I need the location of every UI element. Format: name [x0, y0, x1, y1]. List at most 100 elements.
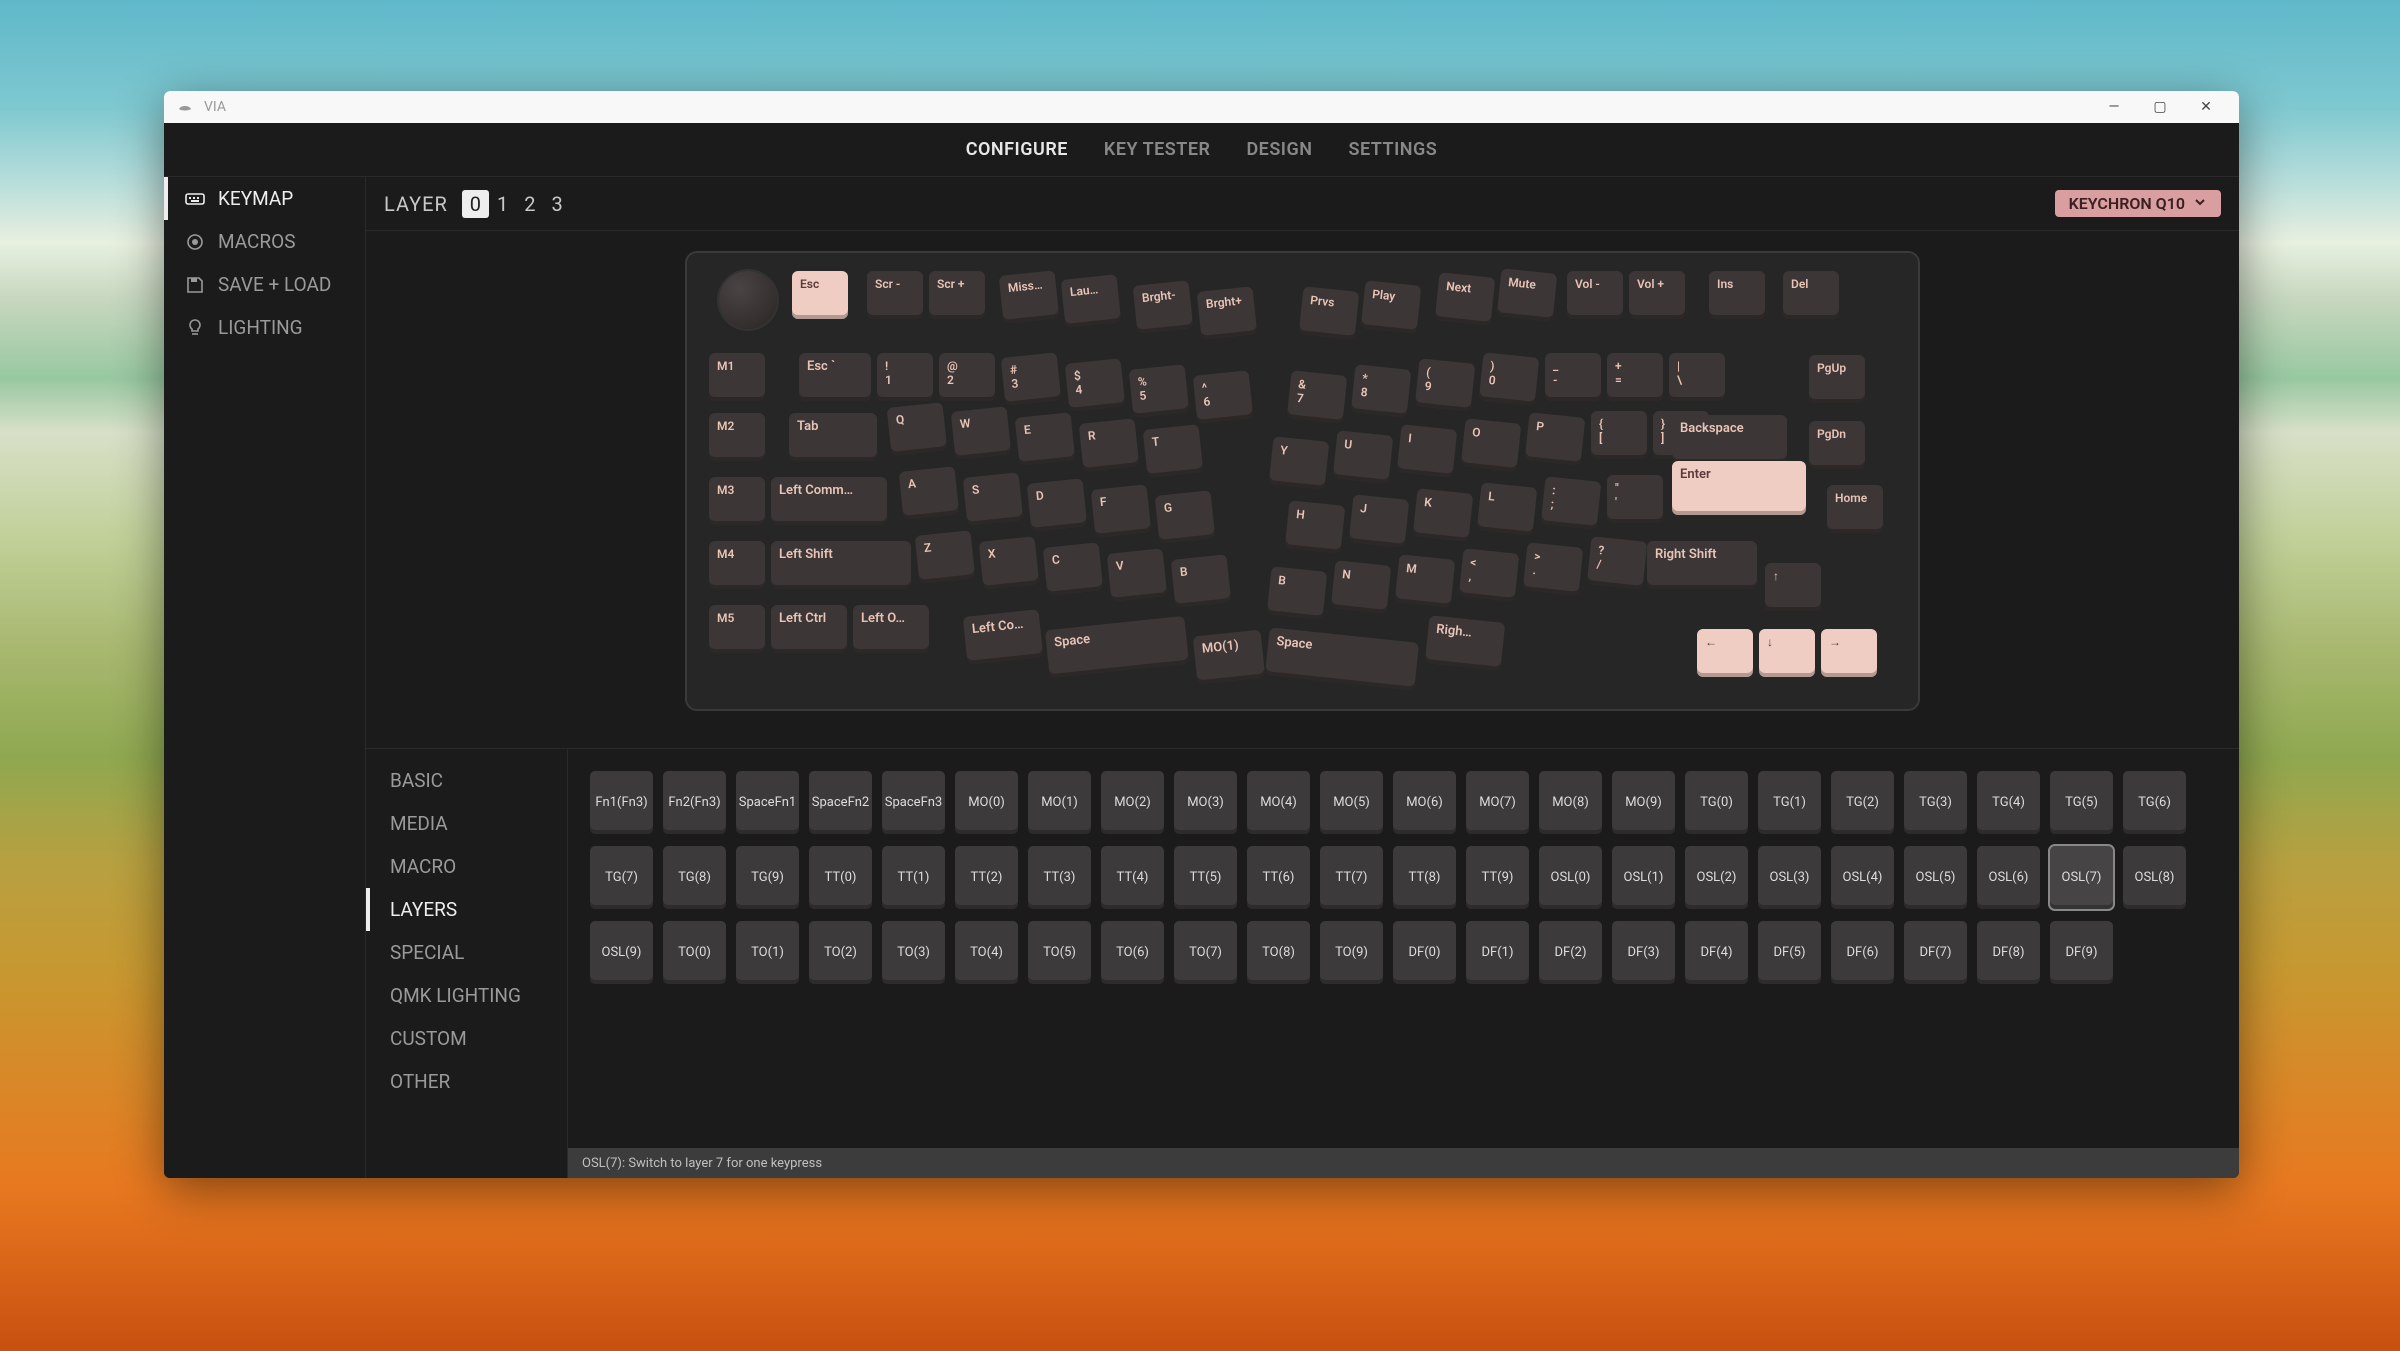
keycode-button[interactable]: TG(2) — [1831, 771, 1894, 834]
keyboard-key[interactable]: K — [1413, 488, 1474, 542]
keyboard-key[interactable]: Left Shift — [771, 541, 911, 589]
keyboard-key[interactable]: >. — [1523, 542, 1584, 596]
keycode-button[interactable]: OSL(3) — [1758, 846, 1821, 909]
keyboard-key[interactable]: Brght- — [1133, 280, 1194, 334]
keyboard-key[interactable]: O — [1461, 418, 1522, 472]
keycode-button[interactable]: MO(7) — [1466, 771, 1529, 834]
keyboard-key[interactable]: R — [1079, 418, 1140, 472]
keycode-button[interactable]: DF(2) — [1539, 921, 1602, 984]
keyboard-key[interactable]: N — [1331, 560, 1392, 614]
keyboard-key[interactable]: %5 — [1129, 364, 1190, 418]
keycode-button[interactable]: MO(9) — [1612, 771, 1675, 834]
keyboard-key[interactable]: M4 — [709, 541, 765, 589]
keyboard-key[interactable]: |\ — [1669, 353, 1725, 401]
keycode-button[interactable]: DF(9) — [2050, 921, 2113, 984]
keyboard-key[interactable]: S — [963, 472, 1024, 526]
keycode-category-custom[interactable]: CUSTOM — [366, 1017, 567, 1060]
keycode-button[interactable]: OSL(5) — [1904, 846, 1967, 909]
tab-key-tester[interactable]: KEY TESTER — [1104, 139, 1211, 160]
keycode-button[interactable]: TO(3) — [882, 921, 945, 984]
keycode-button[interactable]: MO(5) — [1320, 771, 1383, 834]
keyboard-key[interactable]: {[ — [1591, 411, 1647, 459]
keyboard-key[interactable]: ↑ — [1765, 563, 1821, 611]
keyboard-key[interactable]: Left O… — [853, 605, 929, 653]
keyboard-key[interactable]: M3 — [709, 477, 765, 525]
keyboard-key[interactable]: Left Co… — [963, 609, 1044, 665]
keycode-button[interactable]: TG(4) — [1977, 771, 2040, 834]
sidebar-item-lighting[interactable]: LIGHTING — [164, 306, 365, 349]
keyboard-key[interactable]: → — [1821, 629, 1877, 677]
keyboard-key[interactable]: *8 — [1351, 364, 1412, 418]
minimize-button[interactable]: — — [2091, 99, 2137, 115]
sidebar-item-macros[interactable]: MACROS — [164, 220, 365, 263]
keyboard-key[interactable]: Tab — [789, 413, 877, 461]
keyboard-key[interactable]: Del — [1783, 271, 1839, 319]
sidebar-item-keymap[interactable]: KEYMAP — [164, 177, 365, 220]
keyboard-key[interactable]: <, — [1459, 548, 1520, 602]
keyboard-key[interactable]: Right Shift — [1647, 541, 1757, 589]
keyboard-key[interactable]: PgDn — [1809, 421, 1865, 469]
keyboard-key[interactable]: Left Comm… — [771, 477, 887, 525]
keycode-button[interactable]: DF(4) — [1685, 921, 1748, 984]
keycode-button[interactable]: TO(8) — [1247, 921, 1310, 984]
keyboard-key[interactable]: &7 — [1287, 370, 1348, 424]
keycode-button[interactable]: Fn1(Fn3) — [590, 771, 653, 834]
keyboard-key[interactable]: MO(1) — [1193, 630, 1266, 685]
keyboard-key[interactable]: Scr - — [867, 271, 923, 319]
layer-select-0[interactable]: 0 — [462, 190, 489, 218]
keyboard-key[interactable]: #3 — [1001, 352, 1062, 406]
keyboard-key[interactable]: += — [1607, 353, 1663, 401]
keycode-button[interactable]: TT(1) — [882, 846, 945, 909]
keyboard-key[interactable]: Lau… — [1061, 274, 1122, 328]
keyboard-key[interactable]: Mute — [1497, 268, 1558, 322]
layer-select-1[interactable]: 1 — [489, 190, 516, 218]
keycode-category-other[interactable]: OTHER — [366, 1060, 567, 1103]
keycode-button[interactable]: DF(6) — [1831, 921, 1894, 984]
keyboard-key[interactable]: T — [1143, 424, 1204, 478]
keycode-button[interactable]: TG(6) — [2123, 771, 2186, 834]
keycode-button[interactable]: TO(9) — [1320, 921, 1383, 984]
keyboard-key[interactable]: Home — [1827, 485, 1883, 533]
keycode-button[interactable]: OSL(9) — [590, 921, 653, 984]
tab-configure[interactable]: CONFIGURE — [966, 139, 1068, 160]
keyboard-key[interactable]: L — [1477, 482, 1538, 536]
keyboard-key[interactable]: P — [1525, 412, 1586, 466]
keyboard-key[interactable]: ← — [1697, 629, 1753, 677]
keyboard-key[interactable]: Esc — [792, 271, 848, 319]
maximize-button[interactable]: ▢ — [2137, 99, 2183, 115]
close-button[interactable]: ✕ — [2183, 99, 2229, 115]
keycode-button[interactable]: TG(0) — [1685, 771, 1748, 834]
keyboard-key[interactable]: M1 — [709, 353, 765, 401]
keyboard-key[interactable]: J — [1349, 494, 1410, 548]
keycode-category-special[interactable]: SPECIAL — [366, 931, 567, 974]
keycode-button[interactable]: OSL(2) — [1685, 846, 1748, 909]
keyboard-key[interactable]: Backspace — [1672, 415, 1787, 463]
keyboard-key[interactable]: "' — [1607, 475, 1663, 523]
keyboard-key[interactable]: !1 — [877, 353, 933, 401]
keycode-button[interactable]: DF(5) — [1758, 921, 1821, 984]
keycode-category-media[interactable]: MEDIA — [366, 802, 567, 845]
keyboard-key[interactable]: @2 — [939, 353, 995, 401]
keycode-button[interactable]: TO(1) — [736, 921, 799, 984]
keycode-button[interactable]: DF(7) — [1904, 921, 1967, 984]
keycode-button[interactable]: TG(8) — [663, 846, 726, 909]
keyboard-key[interactable]: $4 — [1065, 358, 1126, 412]
keyboard-key[interactable]: ↓ — [1759, 629, 1815, 677]
keyboard-key[interactable]: ?/ — [1587, 536, 1648, 590]
keyboard-key[interactable]: Prvs — [1299, 286, 1360, 340]
keyboard-key[interactable]: Next — [1435, 272, 1496, 326]
keyboard-key[interactable]: H — [1285, 500, 1346, 554]
keycode-button[interactable]: OSL(1) — [1612, 846, 1675, 909]
keyboard-key[interactable]: C — [1043, 542, 1104, 596]
keycode-button[interactable]: TG(5) — [2050, 771, 2113, 834]
tab-settings[interactable]: SETTINGS — [1348, 139, 1437, 160]
layer-select-2[interactable]: 2 — [516, 190, 543, 218]
keyboard-key[interactable]: (9 — [1415, 358, 1476, 412]
keycode-button[interactable]: OSL(8) — [2123, 846, 2186, 909]
keyboard-key[interactable]: _- — [1545, 353, 1601, 401]
keycode-category-basic[interactable]: BASIC — [366, 759, 567, 802]
keycode-button[interactable]: TG(9) — [736, 846, 799, 909]
layer-select-3[interactable]: 3 — [544, 190, 571, 218]
keycode-button[interactable]: TT(8) — [1393, 846, 1456, 909]
keyboard-key[interactable]: Play — [1361, 280, 1422, 334]
